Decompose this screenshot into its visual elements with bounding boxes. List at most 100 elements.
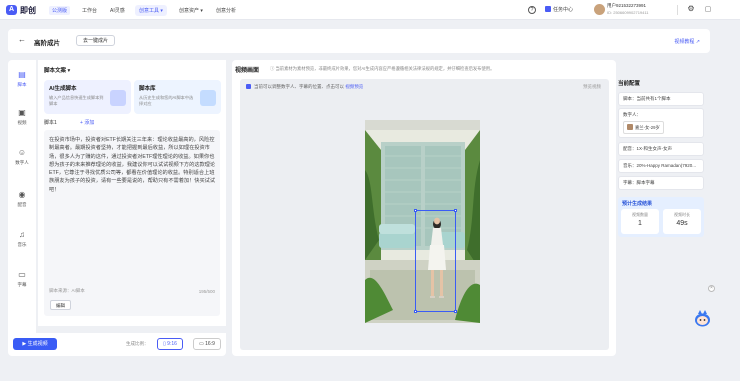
nav-creative-tools[interactable]: 创意工具 ▾ [135,5,167,16]
top-nav-bar: A 即创 公测版 工作台 AI灵感 创意工具 ▾ 创意资产 ▾ 创意分析 ? 任… [0,0,740,20]
script-panel: 脚本文案 ▾ AI生成脚本 输入产品信息快速生成脚本到脚本 脚本库 从历史生成和… [38,60,226,326]
ai-script-icon [110,90,126,106]
rail-item-script[interactable]: ▤ 脚本 [8,70,36,88]
nav-creative-tools-label: 创意工具 [139,8,160,14]
brand-name[interactable]: 即创 [20,5,36,16]
ratio-16-9-button[interactable]: ▭ 16:9 [193,338,221,350]
edit-button[interactable]: 编辑 [50,300,71,310]
ai-script-card[interactable]: AI生成脚本 输入产品信息快速生成脚本到脚本 [44,80,131,114]
task-center-button[interactable]: 任务中心 [545,6,573,13]
expected-result-card: 预计生成结果 视频数量 1 视频时长 49s [618,197,704,237]
collapse-icon[interactable]: ▢ [703,5,713,15]
hint-text: 当前可以调整数字人、字幕的位置、点击可以 [254,84,344,89]
video-panel-title: 视频画面 [235,68,260,74]
add-script-button[interactable]: + 添加 [80,119,94,126]
nav-creative-analysis[interactable]: 创意分析 [216,7,236,14]
avatar-thumbnail [627,124,633,130]
gear-icon[interactable]: ⚙ [686,4,696,14]
one-click-video-button[interactable]: 去一键成片 [76,35,116,46]
resize-handle[interactable] [454,209,457,212]
close-icon[interactable]: × [708,285,715,292]
video-duration-value: 49s [676,220,688,227]
ai-script-card-desc: 输入产品信息快速生成脚本到脚本 [49,95,104,106]
config-script[interactable]: 脚本：当前共有1个脚本 [618,92,704,106]
page-header: ← 高阶成片 去一键成片 视频教程 ↗ [8,29,710,53]
config-panel: 当前配置 脚本：当前共有1个脚本 数字人： 嘉兰-女-29岁 配音：1X-和生女… [618,76,704,254]
portrait-icon: ▯ [163,341,166,347]
page-title: 高阶成片 [34,40,60,47]
app-logo[interactable]: A [6,5,17,15]
video-panel-description: ⓘ 当前素材为素材预览，非最终成片效果，您对AI生成内容应严格遵循相关法律法规的… [270,66,494,72]
question-icon[interactable]: ? [528,6,536,14]
rail-item-video[interactable]: ▣ 视频 [8,108,36,126]
video-count-box: 视频数量 1 [621,209,659,234]
video-icon: ▣ [18,108,26,117]
script-source: 脚本来源：AI脚本 [49,288,85,293]
info-icon: ⓘ [270,66,275,71]
script-library-card[interactable]: 脚本库 从历史生成和您的AI脚本中选择对应 [134,80,221,114]
ratio-16-9-label: 16:9 [205,341,215,347]
nav-creative-assets-label: 创意资产 [179,8,200,14]
add-script-label: 添加 [84,120,95,126]
avatar-name: 嘉兰-女-29岁 [635,125,660,130]
generate-bar: ▶ 生成视频 生成比例： ▯ 9:16 ▭ 16:9 [8,333,226,356]
rail-item-subtitle[interactable]: ▭ 字幕 [8,270,36,288]
digital-human-selection[interactable] [414,209,457,313]
rail-item-digital-human[interactable]: ☺ 数字人 [8,148,36,166]
hint-banner: 当前可以调整数字人、字幕的位置、点击可以 视频预览 [246,84,363,90]
username[interactable]: 用户921532273991 [607,3,646,9]
rail-item-music[interactable]: ♫ 音乐 [8,230,36,248]
video-canvas: 当前可以调整数字人、字幕的位置、点击可以 视频预览 预览视频 [240,79,609,350]
resize-handle[interactable] [414,310,417,313]
avatar-chip[interactable]: 嘉兰-女-29岁 [623,121,664,134]
script-text: 在投资市场中，投资者对ETF长期关注三年来：理论收益最高的，风险控制最高者。最期… [49,137,216,193]
config-dubbing[interactable]: 配音：1X-和生女声-女声 [618,142,704,156]
video-duration-label: 视频时长 [674,212,690,217]
hint-icon [246,84,251,89]
rail-item-dubbing-label: 配音 [17,202,27,207]
rail-item-script-label: 脚本 [17,82,27,87]
hint-link[interactable]: 视频预览 [345,84,363,89]
video-count-value: 1 [638,220,642,227]
config-subtitle[interactable]: 字幕：脚本字幕 [618,176,704,190]
nav-workbench[interactable]: 工作台 [82,7,97,14]
mascot-graphic [695,310,710,327]
video-frame[interactable] [365,120,480,323]
arrow-left-icon[interactable]: ← [18,35,26,44]
video-tutorial-link[interactable]: 视频教程 ↗ [674,38,700,45]
video-duration-box: 视频时长 49s [663,209,701,234]
config-digital-human-label: 数字人： [623,112,641,117]
resize-handle[interactable] [414,209,417,212]
rail-item-subtitle-label: 字幕 [17,282,27,287]
person-icon: ☺ [17,148,27,157]
landscape-icon: ▭ [199,341,204,347]
resize-handle[interactable] [454,310,457,313]
library-search-icon [200,90,216,106]
script-text-area[interactable]: 在投资市场中，投资者对ETF长期关注三年来：理论收益最高的，风险控制最高者。最期… [44,130,220,316]
script-icon: ▤ [18,70,26,79]
subtitle-icon: ▭ [18,270,26,279]
nav-ai-inspiration[interactable]: AI灵感 [110,7,125,14]
video-count-label: 视频数量 [632,212,648,217]
beta-badge: 公测版 [49,6,71,15]
assistant-mascot-icon[interactable] [694,309,711,327]
rail-item-music-label: 音乐 [17,242,27,247]
nav-creative-assets[interactable]: 创意资产 ▾ [179,7,203,14]
expected-result-title: 预计生成结果 [622,201,653,207]
config-title: 当前配置 [618,81,641,87]
rail-item-video-label: 视频 [17,120,27,125]
generate-video-button[interactable]: ▶ 生成视频 [13,338,57,350]
left-rail: ▤ 脚本 ▣ 视频 ☺ 数字人 ◉ 配音 ♫ 音乐 ▭ 字幕 [8,60,36,350]
generate-icon: ▶ [22,341,27,347]
config-music[interactable]: 音乐：20%-Happy Ramadan(7920... [618,159,704,173]
dubbing-icon: ◉ [18,190,26,199]
config-digital-human[interactable]: 数字人： 嘉兰-女-29岁 [618,108,704,138]
rail-item-digital-human-label: 数字人 [15,160,29,165]
tab-script-1[interactable]: 脚本1 [44,119,57,126]
preview-video-link[interactable]: 预览视频 [583,84,601,90]
ratio-9-16-button[interactable]: ▯ 9:16 [157,338,183,350]
user-avatar[interactable] [594,4,605,15]
script-panel-title[interactable]: 脚本文案 ▾ [44,66,70,74]
ratio-label: 生成比例： [126,341,149,346]
rail-item-dubbing[interactable]: ◉ 配音 [8,190,36,208]
